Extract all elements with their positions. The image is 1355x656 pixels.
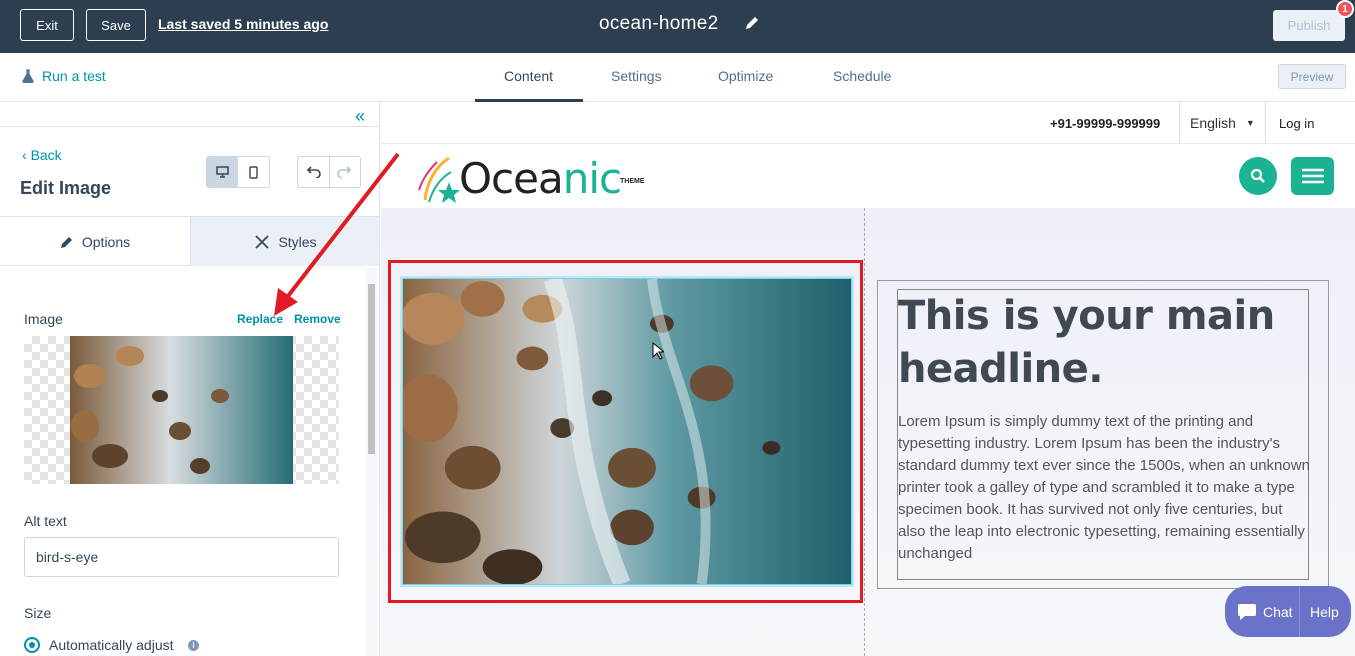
collapse-sidebar-icon[interactable]: «	[355, 106, 365, 127]
ocean-rocks-image[interactable]	[402, 278, 852, 585]
main-headline[interactable]: This is your main headline.	[898, 290, 1310, 396]
preview-button[interactable]: Preview	[1278, 64, 1346, 89]
chat-label: Chat	[1263, 603, 1293, 620]
ocean-rocks-thumbnail	[70, 336, 293, 484]
image-label: Image	[24, 311, 63, 327]
run-test-link[interactable]: Run a test	[22, 68, 106, 84]
tab-styles[interactable]: Styles	[190, 217, 379, 266]
page-name[interactable]: ocean-home2	[599, 13, 719, 35]
language-label: English	[1190, 115, 1236, 131]
tab-options-label: Options	[81, 233, 131, 250]
undo-icon	[307, 166, 322, 178]
chat-bubble-icon	[1238, 603, 1256, 620]
logo-text: Ocea	[459, 154, 564, 203]
tab-optimize[interactable]: Optimize	[718, 68, 773, 84]
edit-sidebar: « ‹ Back Edit Image Options Styles Image…	[0, 102, 380, 656]
tab-options[interactable]: Options	[0, 217, 190, 266]
device-toggle	[206, 156, 270, 188]
notification-badge[interactable]: 1	[1336, 0, 1354, 18]
undo-button[interactable]	[298, 157, 329, 187]
tab-schedule[interactable]: Schedule	[833, 68, 891, 84]
pencil-icon[interactable]	[744, 15, 760, 31]
search-icon	[1250, 168, 1265, 183]
mobile-view-button[interactable]	[238, 157, 269, 187]
editor-topbar: Exit Save Last saved 5 minutes ago ocean…	[0, 0, 1355, 53]
exit-button[interactable]: Exit	[20, 9, 74, 41]
mouse-cursor-icon	[652, 342, 664, 360]
alt-text-input[interactable]	[24, 537, 339, 577]
desktop-view-button[interactable]	[207, 157, 238, 187]
tab-settings[interactable]: Settings	[611, 68, 662, 84]
sidebar-scrollbar-thumb[interactable]	[368, 284, 375, 454]
history-controls	[297, 156, 361, 188]
info-icon[interactable]: i	[188, 640, 199, 651]
logo-accent-text: nic	[562, 154, 622, 203]
sidebar-title: Edit Image	[20, 178, 112, 198]
redo-button[interactable]	[328, 157, 361, 187]
save-button[interactable]: Save	[86, 9, 146, 41]
pencil-icon	[60, 236, 72, 248]
editor-subnav: Run a test Content Settings Optimize Sch…	[0, 53, 1355, 102]
replace-image-link[interactable]: Replace	[237, 312, 283, 326]
image-thumbnail[interactable]	[24, 336, 339, 484]
run-test-label: Run a test	[42, 68, 106, 84]
divider	[0, 126, 379, 127]
flask-icon	[22, 69, 34, 83]
logo-theme-text: THEME	[620, 178, 645, 185]
selected-image-highlight	[388, 260, 863, 603]
auto-adjust-label: Automatically adjust	[49, 637, 174, 653]
column-divider	[864, 208, 865, 656]
text-module-outline: This is your main headline. Lorem Ipsum …	[877, 280, 1329, 589]
site-logo[interactable]: Oceanic THEME	[415, 152, 655, 204]
remove-image-link[interactable]: Remove	[294, 312, 341, 326]
language-selector[interactable]: English ▼	[1179, 102, 1266, 144]
back-link[interactable]: ‹ Back	[22, 147, 62, 163]
sidebar-tabs: Options Styles	[0, 216, 379, 266]
mobile-icon	[249, 165, 258, 179]
text-module[interactable]: This is your main headline. Lorem Ipsum …	[897, 289, 1310, 580]
chat-widget[interactable]: Chat Help	[1225, 586, 1351, 637]
alt-text-label: Alt text	[24, 513, 67, 529]
help-label: Help	[1310, 603, 1339, 620]
auto-adjust-radio[interactable]	[24, 637, 40, 653]
site-login-link[interactable]: Log in	[1279, 116, 1314, 131]
site-phone: +91-99999-999999	[1050, 116, 1161, 131]
publish-button[interactable]: Publish	[1273, 10, 1345, 41]
page-canvas: +91-99999-999999 English ▼ Log in Oceani…	[381, 102, 1355, 656]
desktop-icon	[216, 166, 229, 178]
hamburger-menu-icon	[1301, 168, 1324, 184]
caret-down-icon: ▼	[1245, 118, 1255, 128]
styles-brush-icon	[255, 234, 270, 249]
tab-styles-label: Styles	[278, 233, 317, 250]
site-search-button[interactable]	[1239, 157, 1277, 195]
redo-icon	[336, 166, 351, 178]
site-utility-bar: +91-99999-999999 English ▼ Log in	[381, 102, 1355, 144]
site-menu-button[interactable]	[1291, 157, 1334, 195]
body-paragraph[interactable]: Lorem Ipsum is simply dummy text of the …	[898, 411, 1310, 565]
size-label: Size	[24, 605, 52, 621]
tab-content[interactable]: Content	[504, 68, 553, 84]
logo-stars-icon	[418, 156, 460, 203]
help-button[interactable]: Help	[1300, 604, 1339, 620]
back-label: Back	[30, 147, 62, 163]
last-saved-link[interactable]: Last saved 5 minutes ago	[158, 16, 328, 32]
chat-button[interactable]: Chat	[1225, 586, 1300, 637]
